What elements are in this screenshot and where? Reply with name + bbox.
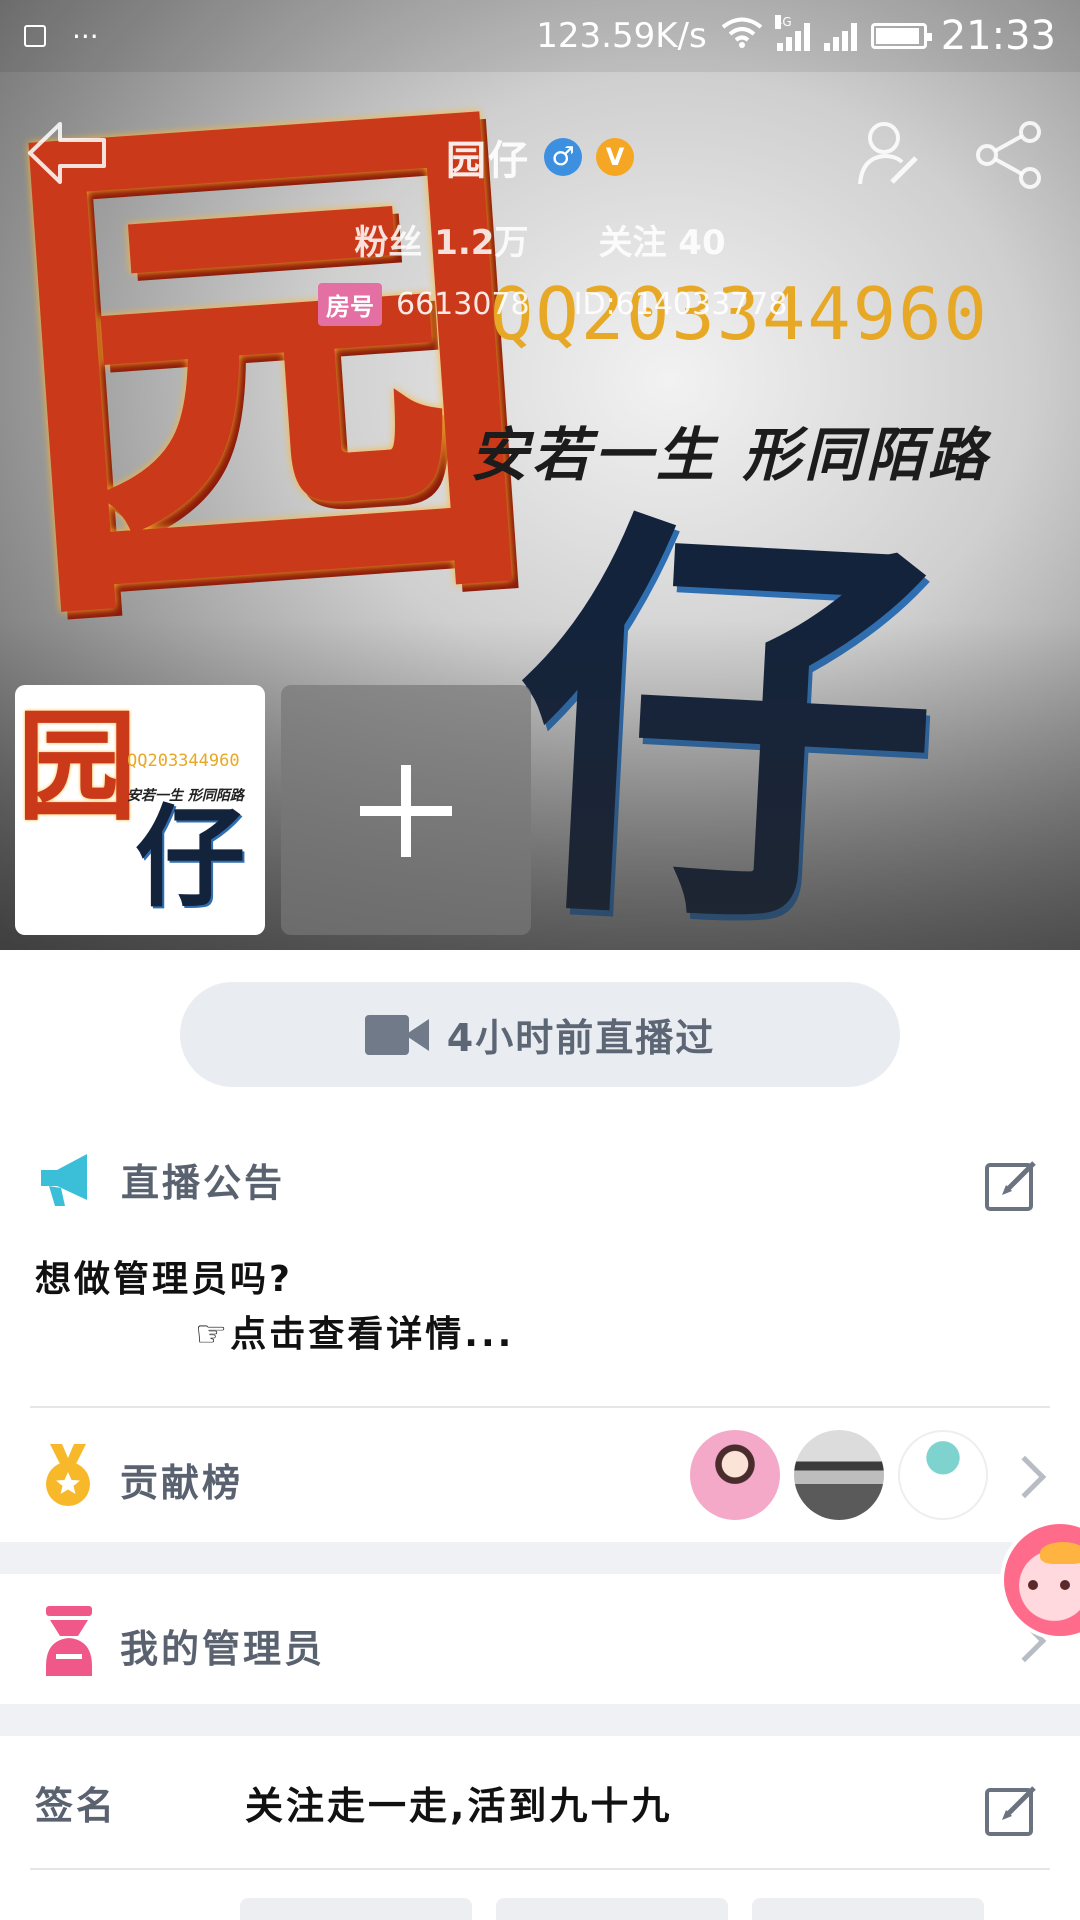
profile-ids: 房号 6613078 ID:614033778 [318, 283, 787, 326]
avatar[interactable] [898, 1430, 988, 1520]
male-gender-icon: ♂ [544, 138, 582, 176]
chevron-right-icon [1003, 1455, 1047, 1499]
profile-tag-chip[interactable] [240, 1898, 472, 1920]
status-bar: ··· 123.59K/s 4G 21:33 [0, 0, 1080, 72]
announcement-header: 直播公告 [35, 1148, 285, 1210]
announcement-details-link[interactable]: ☞点击查看详情... [195, 1305, 514, 1357]
wifi-icon [721, 16, 763, 56]
cover-image[interactable]: 园 QQ203344960 安若一生 形同陌路 仔 ··· 123.59K/s … [0, 0, 1080, 950]
share-icon[interactable] [974, 120, 1044, 190]
profile-stats: 粉丝 1.2万 关注 40 [0, 215, 1080, 264]
profile-tag-chip[interactable] [496, 1898, 728, 1920]
profile-tag-chip[interactable] [752, 1898, 984, 1920]
announcement-title: 直播公告 [121, 1160, 286, 1205]
fans-stat[interactable]: 粉丝 1.2万 [354, 215, 528, 264]
user-name: 园仔 [446, 138, 530, 184]
section-gap [0, 1542, 1080, 1574]
megaphone-icon [35, 1148, 97, 1210]
divider [30, 1406, 1050, 1408]
video-camera-icon [364, 1014, 429, 1055]
contribution-title: 贡献榜 [120, 1461, 244, 1505]
live-status-button[interactable]: 4小时前直播过 [180, 982, 900, 1087]
signal-4g-icon: 4G [774, 15, 810, 51]
signal-icon [823, 21, 857, 51]
person-edit-icon[interactable] [856, 118, 922, 190]
more-notifications-icon: ··· [72, 19, 99, 53]
clock: 21:33 [940, 13, 1056, 59]
announcement-line-1: 想做管理员吗? [35, 1259, 293, 1300]
contribution-ranking-row[interactable]: 贡献榜 [0, 1410, 1080, 1542]
avatar[interactable] [690, 1430, 780, 1520]
user-id: ID:614033778 [573, 287, 788, 322]
follow-stat[interactable]: 关注 40 [598, 215, 725, 264]
signature-edit-icon[interactable] [984, 1782, 1040, 1838]
signature-label: 签名 [35, 1784, 118, 1828]
add-photo-button[interactable] [281, 685, 531, 935]
signature-text: 关注走一走,活到九十九 [245, 1784, 673, 1828]
admin-person-icon [42, 1606, 96, 1676]
room-number: 6613078 [396, 287, 530, 322]
divider [30, 1868, 1050, 1870]
profile-photo-thumbnail[interactable]: 园 QQ203344960 安若一生 形同陌路 仔 [15, 685, 265, 935]
avatar[interactable] [794, 1430, 884, 1520]
my-admins-title: 我的管理员 [120, 1627, 326, 1671]
my-admins-row[interactable]: 我的管理员 [0, 1576, 1080, 1704]
medal-icon [40, 1444, 96, 1510]
announcement-edit-icon[interactable] [984, 1157, 1040, 1213]
image-notification-icon [24, 25, 46, 47]
battery-icon [870, 23, 932, 49]
network-speed: 123.59K/s [536, 16, 707, 56]
live-status-text: 4小时前直播过 [446, 1016, 716, 1060]
room-number-tag: 房号 [318, 283, 382, 326]
section-gap [0, 1704, 1080, 1736]
verified-badge-icon: V [596, 138, 634, 176]
